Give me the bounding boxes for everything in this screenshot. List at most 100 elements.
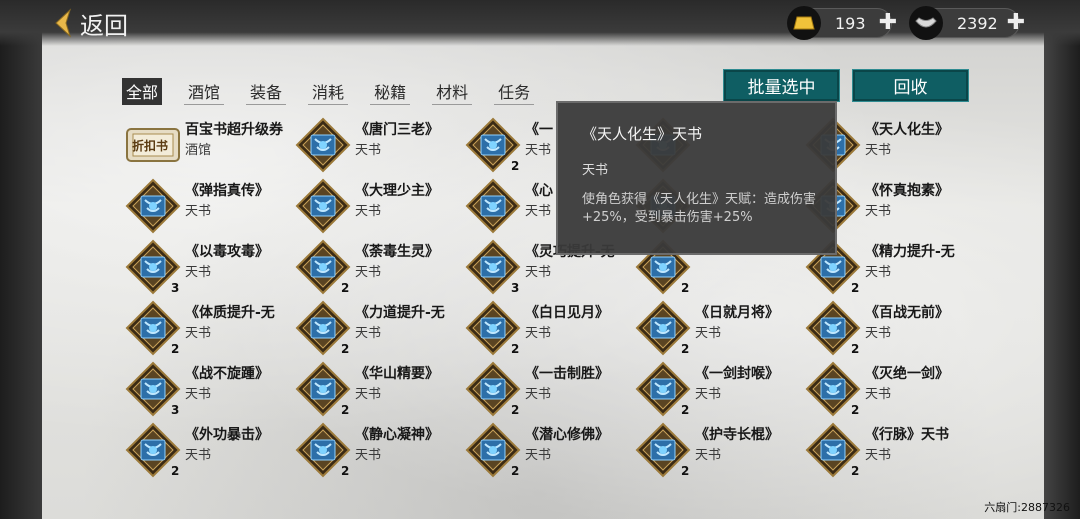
item-category: 天书 bbox=[185, 326, 212, 341]
item-category: 酒馆 bbox=[185, 143, 212, 158]
item-name: 《天人化生》 bbox=[865, 122, 949, 138]
inventory-item[interactable]: 《力道提升-无 天书 2 bbox=[295, 300, 465, 362]
item-category: 天书 bbox=[525, 265, 552, 280]
item-count: 3 bbox=[511, 281, 520, 295]
inventory-item[interactable]: 《行脉》天书 天书 2 bbox=[805, 422, 975, 484]
item-count: 2 bbox=[171, 342, 180, 356]
item-category: 天书 bbox=[185, 448, 212, 463]
recycle-button[interactable]: 回收 bbox=[852, 69, 969, 102]
item-name: 《华山精要》 bbox=[355, 366, 439, 382]
item-name: 《日就月将》 bbox=[695, 305, 779, 321]
inventory-item[interactable]: 《静心凝神》 天书 2 bbox=[295, 422, 465, 484]
item-count: 2 bbox=[171, 464, 180, 478]
item-name: 《心 bbox=[525, 183, 553, 199]
inventory-item[interactable]: 《战不旋踵》 天书 3 bbox=[125, 361, 295, 423]
item-category: 天书 bbox=[185, 204, 212, 219]
item-category: 天书 bbox=[525, 204, 552, 219]
item-count: 2 bbox=[511, 159, 520, 173]
inventory-item[interactable]: 折扣书 百宝书超升级券 酒馆 bbox=[125, 117, 295, 179]
item-category: 天书 bbox=[695, 326, 722, 341]
tab-all[interactable]: 全部 bbox=[122, 78, 163, 105]
item-category: 天书 bbox=[525, 143, 552, 158]
item-name: 《一 bbox=[525, 122, 553, 138]
item-count: 3 bbox=[171, 281, 180, 295]
add-silver-button[interactable]: ✚ bbox=[1005, 12, 1027, 34]
item-name: 《弹指真传》 bbox=[185, 183, 269, 199]
item-category: 天书 bbox=[355, 265, 382, 280]
silver-value: 2392 bbox=[957, 13, 998, 33]
item-category: 天书 bbox=[695, 448, 722, 463]
item-name: 《一剑封喉》 bbox=[695, 366, 779, 382]
inventory-item[interactable]: 《护寺长棍》 天书 2 bbox=[635, 422, 805, 484]
back-label: 返回 bbox=[80, 11, 128, 40]
item-name: 《外功暴击》 bbox=[185, 427, 269, 443]
item-count: 2 bbox=[341, 403, 350, 417]
inventory-item[interactable]: 《弹指真传》 天书 bbox=[125, 178, 295, 240]
tab-equipment[interactable]: 装备 bbox=[246, 78, 287, 105]
add-gold-button[interactable]: ✚ bbox=[877, 12, 899, 34]
item-category: 天书 bbox=[865, 143, 892, 158]
inventory-item[interactable]: 《华山精要》 天书 2 bbox=[295, 361, 465, 423]
tab-manual[interactable]: 秘籍 bbox=[370, 78, 411, 105]
inventory-item[interactable]: 《潜心修佛》 天书 2 bbox=[465, 422, 635, 484]
tooltip-category: 天书 bbox=[582, 163, 609, 178]
item-name: 《大理少主》 bbox=[355, 183, 439, 199]
item-count: 2 bbox=[851, 464, 860, 478]
category-tabs: 全部 酒馆 装备 消耗 秘籍 材料 任务 bbox=[122, 78, 556, 105]
item-name: 《唐门三老》 bbox=[355, 122, 439, 138]
tab-material[interactable]: 材料 bbox=[432, 78, 473, 105]
inventory-item[interactable]: 《唐门三老》 天书 bbox=[295, 117, 465, 179]
coupon-label: 折扣书 bbox=[132, 139, 169, 153]
item-count: 2 bbox=[511, 342, 520, 356]
tab-quest[interactable]: 任务 bbox=[494, 78, 535, 105]
item-count: 2 bbox=[681, 281, 690, 295]
batch-select-button[interactable]: 批量选中 bbox=[723, 69, 840, 102]
inventory-item[interactable]: 《百战无前》 天书 2 bbox=[805, 300, 975, 362]
inventory-item[interactable]: 《荼毒生灵》 天书 2 bbox=[295, 239, 465, 301]
right-frame bbox=[1044, 0, 1080, 519]
item-name: 《一击制胜》 bbox=[525, 366, 609, 382]
item-name: 《白日见月》 bbox=[525, 305, 609, 321]
item-name: 《灭绝一剑》 bbox=[865, 366, 949, 382]
item-category: 天书 bbox=[865, 265, 892, 280]
watermark: 六扇门:2887326 bbox=[984, 501, 1070, 514]
inventory-item[interactable]: 《一击制胜》 天书 2 bbox=[465, 361, 635, 423]
item-name: 《护寺长棍》 bbox=[695, 427, 779, 443]
inventory-item[interactable]: 《日就月将》 天书 2 bbox=[635, 300, 805, 362]
gold-bar-icon bbox=[787, 6, 821, 40]
item-category: 天书 bbox=[525, 387, 552, 402]
silver-ingot-icon bbox=[909, 6, 943, 40]
item-name: 《行脉》天书 bbox=[865, 427, 949, 443]
item-name: 百宝书超升级券 bbox=[185, 122, 283, 138]
item-category: 天书 bbox=[185, 387, 212, 402]
inventory-item[interactable]: 《白日见月》 天书 2 bbox=[465, 300, 635, 362]
item-count: 2 bbox=[511, 403, 520, 417]
item-tooltip: 《天人化生》天书 天书 使角色获得《天人化生》天赋：造成伤害+25%，受到暴击伤… bbox=[556, 101, 837, 255]
inventory-item[interactable]: 《灭绝一剑》 天书 2 bbox=[805, 361, 975, 423]
item-category: 天书 bbox=[355, 143, 382, 158]
item-name: 《战不旋踵》 bbox=[185, 366, 269, 382]
inventory-item[interactable]: 《大理少主》 天书 bbox=[295, 178, 465, 240]
item-count: 2 bbox=[851, 403, 860, 417]
tab-consumable[interactable]: 消耗 bbox=[308, 78, 349, 105]
item-count: 2 bbox=[511, 464, 520, 478]
item-name: 《静心凝神》 bbox=[355, 427, 439, 443]
item-count: 2 bbox=[341, 342, 350, 356]
inventory-item[interactable]: 《外功暴击》 天书 2 bbox=[125, 422, 295, 484]
inventory-item[interactable]: 《以毒攻毒》 天书 3 bbox=[125, 239, 295, 301]
back-button[interactable]: 返回 bbox=[52, 6, 128, 40]
item-name: 《百战无前》 bbox=[865, 305, 949, 321]
inventory-item[interactable]: 《一剑封喉》 天书 2 bbox=[635, 361, 805, 423]
item-category: 天书 bbox=[525, 448, 552, 463]
item-count: 3 bbox=[171, 403, 180, 417]
item-category: 天书 bbox=[695, 387, 722, 402]
item-category: 天书 bbox=[865, 387, 892, 402]
inventory-item[interactable]: 《体质提升-无 天书 2 bbox=[125, 300, 295, 362]
gold-currency: 193 ✚ bbox=[787, 6, 897, 40]
tab-tavern[interactable]: 酒馆 bbox=[184, 78, 225, 105]
item-name: 《力道提升-无 bbox=[355, 305, 445, 321]
item-name: 《精力提升-无 bbox=[865, 244, 955, 260]
item-count: 2 bbox=[341, 281, 350, 295]
item-category: 天书 bbox=[355, 448, 382, 463]
silver-currency: 2392 ✚ bbox=[909, 6, 1025, 40]
